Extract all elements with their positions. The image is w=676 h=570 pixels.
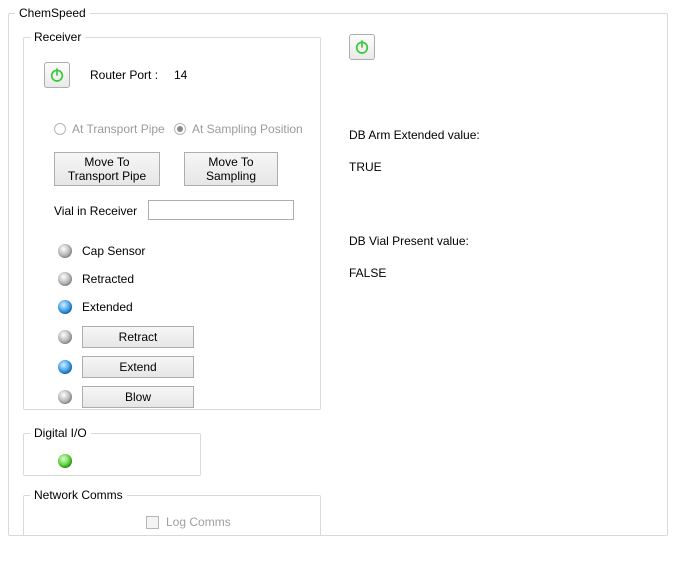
db-arm-extended-value: TRUE (349, 160, 382, 174)
receiver-legend: Receiver (30, 30, 85, 44)
move-to-sampling-button[interactable]: Move To Sampling (184, 152, 278, 186)
chemspeed-legend: ChemSpeed (15, 6, 90, 20)
receiver-group: Receiver Router Port : 14 At Transport P… (23, 30, 321, 410)
external-power-button[interactable] (349, 34, 375, 60)
at-sampling-position-radio: At Sampling Position (174, 122, 303, 136)
extend-action-led (58, 360, 72, 374)
db-vial-present-label: DB Vial Present value: (349, 234, 469, 248)
db-arm-extended-label: DB Arm Extended value: (349, 128, 480, 142)
network-comms-legend: Network Comms (30, 488, 127, 502)
cap-sensor-led (58, 244, 72, 258)
power-icon (49, 67, 65, 83)
move-to-transport-pipe-button[interactable]: Move To Transport Pipe (54, 152, 160, 186)
db-vial-present-value: FALSE (349, 266, 386, 280)
router-port-value: 14 (174, 68, 187, 82)
radio-icon (174, 123, 186, 135)
retracted-label: Retracted (82, 272, 134, 286)
at-sampling-position-label: At Sampling Position (192, 122, 303, 136)
digital-io-legend: Digital I/O (30, 426, 91, 440)
at-transport-pipe-label: At Transport Pipe (72, 122, 165, 136)
log-comms-checkbox (146, 516, 159, 529)
power-icon (354, 39, 370, 55)
retract-action-led (58, 330, 72, 344)
blow-button[interactable]: Blow (82, 386, 194, 408)
digital-io-group: Digital I/O (23, 426, 201, 476)
extended-label: Extended (82, 300, 133, 314)
digital-io-led (58, 454, 72, 468)
radio-icon (54, 123, 66, 135)
retract-button[interactable]: Retract (82, 326, 194, 348)
extend-button[interactable]: Extend (82, 356, 194, 378)
chemspeed-group: ChemSpeed Receiver Router Port : 14 At T… (8, 6, 668, 536)
blow-action-led (58, 390, 72, 404)
chemspeed-panel: ChemSpeed Receiver Router Port : 14 At T… (0, 0, 676, 570)
retracted-led (58, 272, 72, 286)
vial-in-receiver-input[interactable] (148, 200, 294, 220)
extended-led (58, 300, 72, 314)
vial-in-receiver-label: Vial in Receiver (54, 204, 137, 218)
network-comms-group: Network Comms Log Comms (23, 488, 321, 536)
log-comms-label: Log Comms (166, 515, 231, 529)
cap-sensor-label: Cap Sensor (82, 244, 145, 258)
router-port-label: Router Port : (90, 68, 158, 82)
at-transport-pipe-radio: At Transport Pipe (54, 122, 165, 136)
receiver-power-button[interactable] (44, 62, 70, 88)
